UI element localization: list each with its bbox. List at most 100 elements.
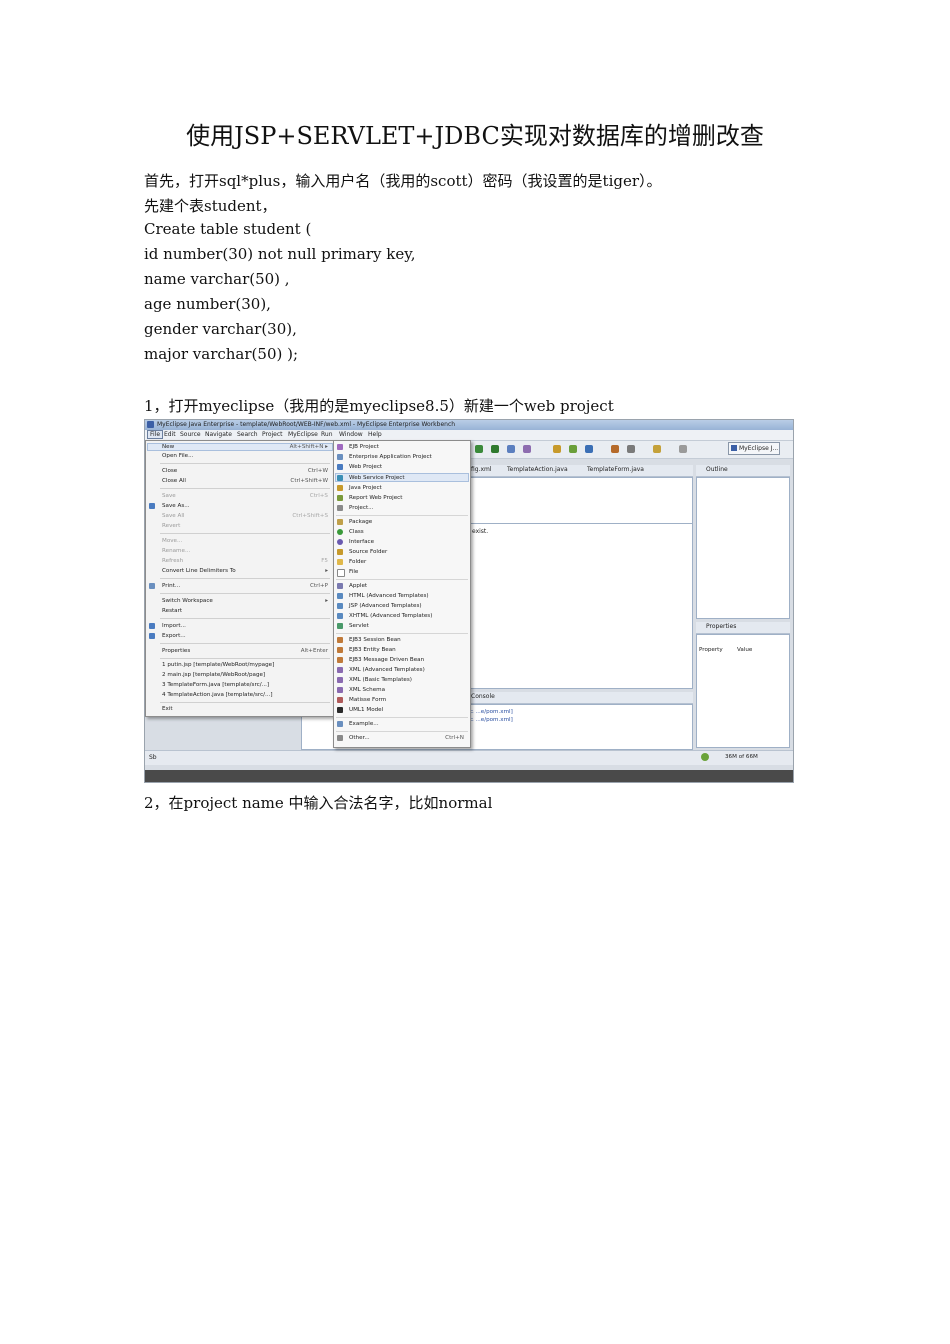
file-icon <box>337 569 345 577</box>
file-menu-save[interactable]: Save <box>162 493 176 499</box>
new-jsp[interactable]: JSP (Advanced Templates) <box>349 603 422 609</box>
menu-edit[interactable]: Edit <box>164 431 176 438</box>
new-web-service-project[interactable]: Web Service Project <box>349 475 405 481</box>
status-left: Sb <box>149 754 157 761</box>
new-example[interactable]: Example... <box>349 721 379 727</box>
recent-file[interactable]: 1 putin.jsp [template/WebRoot/mypage] <box>162 662 274 668</box>
new-ejb3-session-bean[interactable]: EJB3 Session Bean <box>349 637 401 643</box>
new-ejb3-entity-bean[interactable]: EJB3 Entity Bean <box>349 647 396 653</box>
file-menu-rename[interactable]: Rename... <box>162 548 190 554</box>
new-xml-advanced[interactable]: XML (Advanced Templates) <box>349 667 425 673</box>
submenu-arrow: ▸ <box>325 598 328 604</box>
recent-file[interactable]: 2 main.jsp [template/WebRoot/page] <box>162 672 265 678</box>
search-icon[interactable] <box>523 445 531 453</box>
new-folder[interactable]: Folder <box>349 559 366 565</box>
new-matisse-form[interactable]: Matisse Form <box>349 697 386 703</box>
new-project[interactable]: Project... <box>349 505 373 511</box>
outline-title[interactable]: Outline <box>706 466 728 473</box>
file-menu-print[interactable]: Print... <box>162 583 180 589</box>
xml-advanced-icon <box>337 667 343 673</box>
new-ejb-project[interactable]: EJB Project <box>349 444 379 450</box>
ejb3-entity-bean-icon <box>337 647 343 653</box>
menu-project[interactable]: Project <box>262 431 283 438</box>
java-project-icon <box>337 485 343 491</box>
new-xhtml[interactable]: XHTML (Advanced Templates) <box>349 613 432 619</box>
menu-navigate[interactable]: Navigate <box>205 431 232 438</box>
menu-search[interactable]: Search <box>237 431 258 438</box>
new-enterprise-application-project[interactable]: Enterprise Application Project <box>349 454 432 460</box>
new-class[interactable]: Class <box>349 529 364 535</box>
save-as-icon <box>149 503 155 509</box>
menu-myeclipse[interactable]: MyEclipse <box>288 431 318 438</box>
file-menu-save-as[interactable]: Save As... <box>162 503 190 509</box>
file-menu-convert-line-delimiters[interactable]: Convert Line Delimiters To <box>162 568 236 574</box>
server-icon[interactable] <box>553 445 561 453</box>
file-menu-properties[interactable]: Properties <box>162 648 190 654</box>
file-menu-new[interactable]: New <box>162 444 174 450</box>
new-servlet[interactable]: Servlet <box>349 623 369 629</box>
new-uml1-model[interactable]: UML1 Model <box>349 707 383 713</box>
file-menu-refresh[interactable]: Refresh <box>162 558 183 564</box>
properties-title[interactable]: Properties <box>706 623 736 630</box>
file-menu: New Alt+Shift+N ▸ Open File... Close Ctr… <box>145 440 335 717</box>
run-icon[interactable] <box>475 445 483 453</box>
menu-source[interactable]: Source <box>180 431 201 438</box>
nav-icon[interactable] <box>627 445 635 453</box>
applet-icon <box>337 583 343 589</box>
file-menu-import[interactable]: Import... <box>162 623 186 629</box>
new-source-folder[interactable]: Source Folder <box>349 549 387 555</box>
new-html[interactable]: HTML (Advanced Templates) <box>349 593 429 599</box>
new-xml-basic[interactable]: XML (Basic Templates) <box>349 677 412 683</box>
recent-file[interactable]: 4 TemplateAction.java [template/src/...] <box>162 692 273 698</box>
file-menu-save-all[interactable]: Save All <box>162 513 184 519</box>
menu-help[interactable]: Help <box>368 431 382 438</box>
tab-editor[interactable]: TemplateAction.java <box>507 466 568 473</box>
menu-file[interactable]: File <box>147 430 164 439</box>
file-menu-close[interactable]: Close <box>162 468 177 474</box>
new-xml-schema[interactable]: XML Schema <box>349 687 385 693</box>
file-menu-restart[interactable]: Restart <box>162 608 182 614</box>
deploy-icon[interactable] <box>569 445 577 453</box>
file-menu-revert[interactable]: Revert <box>162 523 180 529</box>
editor-pane[interactable]: exist. <box>469 477 693 689</box>
new-java-project[interactable]: Java Project <box>349 485 382 491</box>
menu-run[interactable]: Run <box>321 431 333 438</box>
new-web-project[interactable]: Web Project <box>349 464 382 470</box>
servlet-icon <box>337 623 343 629</box>
file-menu-move[interactable]: Move... <box>162 538 182 544</box>
menu-window[interactable]: Window <box>339 431 363 438</box>
file-menu-exit[interactable]: Exit <box>162 706 173 712</box>
enterprise-app-icon <box>337 454 343 460</box>
file-menu-export[interactable]: Export... <box>162 633 186 639</box>
paragraph-create-table: 先建个表student， <box>144 197 277 215</box>
file-menu-open-file[interactable]: Open File... <box>162 453 193 459</box>
edit-icon[interactable] <box>611 445 619 453</box>
recent-file[interactable]: 3 TemplateForm.java [template/src/...] <box>162 682 269 688</box>
shortcut: Ctrl+N <box>445 735 464 741</box>
editor-text: exist. <box>472 528 489 535</box>
print-icon <box>149 583 155 589</box>
browser-icon[interactable] <box>585 445 593 453</box>
tab-editor[interactable]: fig.xml <box>471 466 492 473</box>
package-icon <box>337 519 343 525</box>
shortcut: Ctrl+Shift+W <box>290 478 328 484</box>
new-other[interactable]: Other... <box>349 735 370 741</box>
new-package[interactable]: Package <box>349 519 372 525</box>
file-menu-close-all[interactable]: Close All <box>162 478 186 484</box>
new-file[interactable]: File <box>349 569 358 575</box>
editor-tabs: fig.xml TemplateAction.java TemplateForm… <box>469 465 693 477</box>
bookmark-icon[interactable] <box>653 445 661 453</box>
taskbar-strip <box>145 770 793 782</box>
new-report-web-project[interactable]: Report Web Project <box>349 495 402 501</box>
debug-icon[interactable] <box>491 445 499 453</box>
sql-line: gender varchar(30), <box>144 320 297 338</box>
layout-icon[interactable] <box>679 445 687 453</box>
file-menu-switch-workspace[interactable]: Switch Workspace <box>162 598 213 604</box>
console-title[interactable]: Console <box>471 693 495 700</box>
new-ejb3-message-driven-bean[interactable]: EJB3 Message Driven Bean <box>349 657 424 663</box>
tab-editor[interactable]: TemplateForm.java <box>587 466 644 473</box>
new-applet[interactable]: Applet <box>349 583 367 589</box>
new-wizard-icon[interactable] <box>507 445 515 453</box>
perspective-switcher[interactable]: MyEclipse J... <box>728 442 780 455</box>
new-interface[interactable]: Interface <box>349 539 374 545</box>
